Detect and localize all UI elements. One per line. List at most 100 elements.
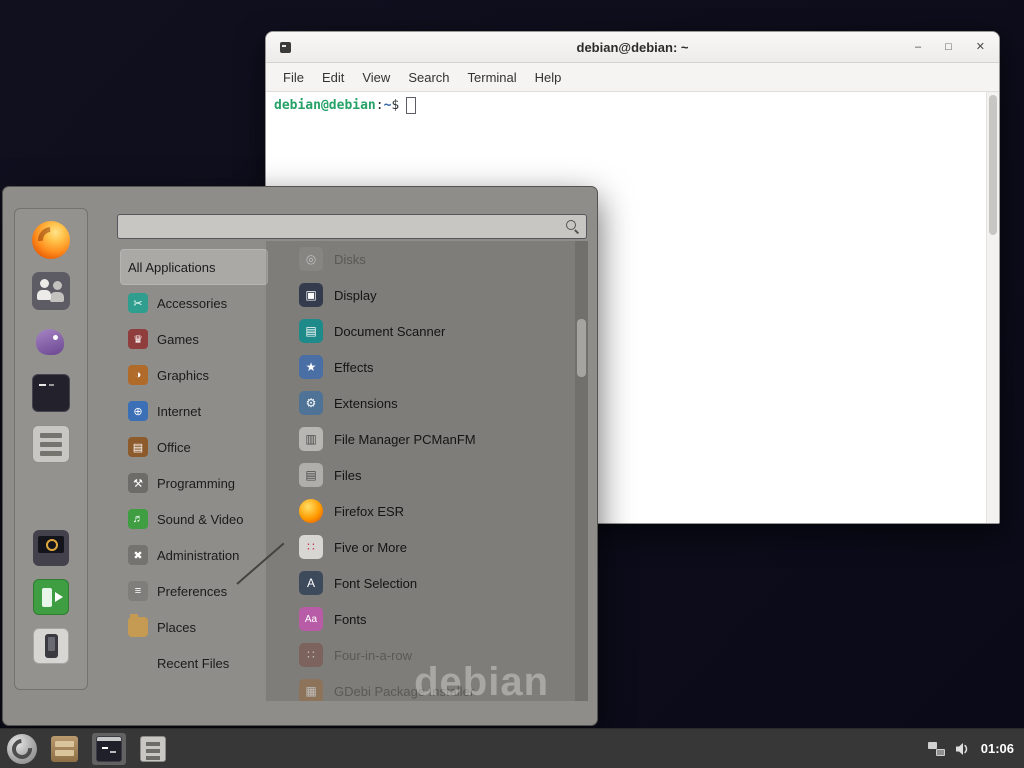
maximize-button[interactable]: □ [945,42,952,53]
category-label: Preferences [157,584,227,599]
prompt-symbol: $ [391,98,399,113]
category-label: Office [157,440,191,455]
menu-search-box[interactable] [117,214,587,239]
prompt-user-host: debian@debian [274,98,376,113]
terminal-menu-item[interactable]: View [353,70,399,85]
logout-icon [33,579,69,615]
volume-icon[interactable] [955,742,971,756]
magnifier-icon [566,220,579,233]
file-cabinet-icon [32,425,70,463]
pidgin-icon [32,323,70,361]
close-button[interactable]: ✕ [976,42,985,53]
terminal-menu-item[interactable]: Search [399,70,458,85]
app-label: Effects [334,360,374,375]
app-row[interactable]: Firefox ESR [266,493,588,529]
app-row[interactable]: ∷Four-in-a-row [266,637,588,673]
app-label: File Manager PCManFM [334,432,476,447]
taskbar-panel: 01:06 [0,728,1024,768]
app-label: Fonts [334,612,367,627]
app-label: GDebi Package Installer [334,684,474,699]
apps-scrollbar[interactable] [575,241,588,701]
category-icon: ✖ [128,545,148,565]
app-icon: Aa [299,607,323,631]
category-icon: ⊕ [128,401,148,421]
terminal-menu-item[interactable]: File [274,70,313,85]
app-icon: A [299,571,323,595]
search-input[interactable] [125,218,566,235]
window-controls: – □ ✕ [915,32,985,62]
app-row[interactable]: ▤Document Scanner [266,313,588,349]
firefox-launcher[interactable] [32,221,70,259]
category-item[interactable]: ⚒Programming [120,465,268,501]
prompt-path: ~ [384,98,392,113]
lock-screen-button[interactable] [33,530,69,566]
app-icon: ∷ [299,643,323,667]
app-label: Firefox ESR [334,504,404,519]
prompt-colon: : [376,98,384,113]
app-icon: ▤ [299,463,323,487]
category-item[interactable]: Recent Files [120,645,268,681]
pidgin-launcher[interactable] [32,323,70,361]
app-label: Font Selection [334,576,417,591]
category-icon [128,617,148,637]
category-label: Administration [157,548,239,563]
terminal-scrollbar[interactable] [986,92,999,523]
terminal-titlebar[interactable]: debian@debian: ~ –□✕ [266,32,999,63]
app-row[interactable]: ★ Effects [266,349,588,385]
category-label: All Applications [128,260,215,275]
terminal-menu-item[interactable]: Terminal [459,70,526,85]
app-icon: ★ [299,355,323,379]
logout-button[interactable] [33,579,69,615]
clock[interactable]: 01:06 [981,741,1014,756]
category-item[interactable]: All Applications [120,249,268,285]
terminal-icon [32,374,70,412]
file-manager-launcher[interactable] [32,425,70,463]
terminal-taskbar-button-active[interactable] [92,733,126,765]
app-icon: ∷ [299,535,323,559]
terminal-scrollbar-thumb[interactable] [989,95,997,235]
category-item[interactable]: ♛Games [120,321,268,357]
menu-button[interactable] [7,734,37,764]
category-icon: ◑ [128,365,148,385]
app-label: Display [334,288,377,303]
category-item[interactable]: ▤Office [120,429,268,465]
category-label: Accessories [157,296,227,311]
app-row[interactable]: A Font Selection [266,565,588,601]
app-row[interactable]: Aa Fonts [266,601,588,637]
app-icon: ◎ [299,247,323,271]
terminal-launcher[interactable] [32,374,70,412]
apps-scrollbar-thumb[interactable] [577,319,586,377]
file-manager-taskbar-button[interactable] [51,736,78,762]
category-icon: ✂ [128,293,148,313]
shutdown-button[interactable] [33,628,69,664]
desktop: debian@debian: ~ – □ ✕ FileEditViewSearchT… [0,0,1024,768]
lock-screen-icon [33,530,69,566]
category-item[interactable]: ♬Sound & Video [120,501,268,537]
menu-favorites-column [14,208,88,690]
terminal-menu-item[interactable]: Help [526,70,571,85]
category-item[interactable]: ⊕Internet [120,393,268,429]
minimize-button[interactable]: – [915,42,921,53]
app-row[interactable]: ⚙Extensions [266,385,588,421]
network-icon[interactable] [928,742,945,756]
category-item[interactable]: ≡ Preferences [120,573,268,609]
category-label: Recent Files [157,656,229,671]
files-taskbar-button[interactable] [140,736,166,762]
app-row[interactable]: ▦GDebi Package Installer [266,673,588,701]
app-row[interactable]: ∷ Five or More [266,529,588,565]
app-label: Five or More [334,540,407,555]
category-icon: ⚒ [128,473,148,493]
category-icon: ≡ [128,581,148,601]
category-item[interactable]: ✂ Accessories [120,285,268,321]
category-item[interactable]: ◑Graphics [120,357,268,393]
category-item[interactable]: Places [120,609,268,645]
app-row[interactable]: ▤Files [266,457,588,493]
users-launcher[interactable] [32,272,70,310]
application-rows: ◎Disks▣Display▤Document Scanner ★ Effects ⚙… [266,241,588,701]
terminal-menu-item[interactable]: Edit [313,70,353,85]
app-row[interactable]: ◎Disks [266,241,588,277]
app-row[interactable]: ▣Display [266,277,588,313]
app-label: Extensions [334,396,398,411]
category-item[interactable]: ✖ Administration [120,537,268,573]
app-row[interactable]: ▥File Manager PCManFM [266,421,588,457]
